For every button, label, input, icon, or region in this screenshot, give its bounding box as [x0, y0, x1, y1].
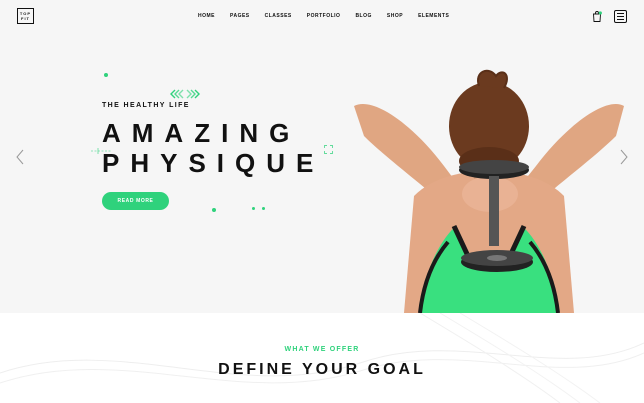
read-more-button[interactable]: READ MORE [102, 192, 169, 210]
nav-item-classes[interactable]: CLASSES [265, 13, 292, 20]
hero-woman-image [354, 69, 624, 313]
page: TOP FIT HOME PAGES CLASSES PORTFOLIO BLO… [0, 0, 644, 403]
slider-prev-arrow-icon[interactable] [14, 149, 26, 165]
hero-title-line-2: PHYSIQUE [102, 148, 325, 178]
hamburger-menu-icon[interactable] [614, 10, 627, 23]
shopping-bag-icon[interactable] [592, 11, 602, 22]
hero-title-line-1: AMAZING [102, 118, 301, 148]
bracket-decor-icon [324, 145, 333, 154]
nav-item-pages[interactable]: PAGES [230, 13, 250, 20]
hero-section: TOP FIT HOME PAGES CLASSES PORTFOLIO BLO… [0, 0, 644, 313]
logo-line-2: FIT [21, 16, 30, 21]
decor-dot [212, 208, 216, 212]
offer-title: DEFINE YOUR GOAL [218, 361, 426, 378]
site-logo[interactable]: TOP FIT [17, 8, 34, 24]
chevrons-decor-icon [170, 89, 200, 99]
nav-item-blog[interactable]: BLOG [355, 13, 371, 20]
hero-tagline: THE HEALTHY LIFE [102, 102, 190, 109]
decor-dot [262, 207, 265, 210]
nav-item-home[interactable]: HOME [198, 13, 215, 20]
wave-lines-decor [0, 313, 644, 403]
menu-bar [617, 18, 624, 20]
decor-dot [252, 207, 255, 210]
offer-subtitle: WHAT WE OFFER [284, 346, 360, 353]
nav-item-portfolio[interactable]: PORTFOLIO [307, 13, 341, 20]
menu-bar [617, 15, 624, 18]
hero-title: AMAZING PHYSIQUE [102, 118, 324, 178]
nav-item-shop[interactable]: SHOP [387, 13, 403, 20]
offer-section: WHAT WE OFFER DEFINE YOUR GOAL [0, 313, 644, 403]
nav-item-elements[interactable]: ELEMENTS [418, 13, 449, 20]
main-nav: HOME PAGES CLASSES PORTFOLIO BLOG SHOP E… [198, 13, 464, 20]
decor-dot [104, 73, 108, 77]
menu-bar [617, 13, 624, 15]
